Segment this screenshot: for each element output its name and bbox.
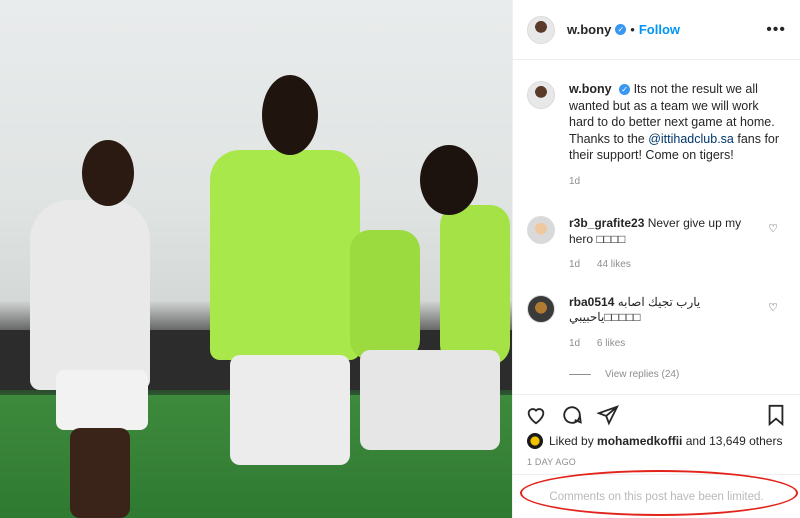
- player-shorts: [360, 350, 500, 450]
- player-green-bib: [350, 230, 420, 360]
- likes-prefix: Liked by: [549, 434, 594, 448]
- avatar[interactable]: [527, 216, 555, 244]
- comments-list[interactable]: w.bony ✓ Its not the result we all wante…: [513, 61, 800, 393]
- post-actions: Liked by mohamedkoffii and 13,649 others…: [513, 394, 800, 467]
- caption-time: 1d: [569, 175, 581, 187]
- caption-mention[interactable]: @ittihadclub.sa: [648, 132, 734, 146]
- comments-limited-notice: Comments on this post have been limited.: [513, 474, 800, 518]
- player-green-bib: [210, 150, 360, 360]
- comment-icon[interactable]: [561, 404, 583, 426]
- post-header: w.bony ✓ • Follow •••: [513, 0, 800, 60]
- post-date[interactable]: 1 DAY AGO: [513, 449, 800, 467]
- player-shorts: [56, 370, 148, 430]
- verified-icon: ✓: [619, 84, 631, 95]
- view-replies-label[interactable]: View replies (24): [605, 369, 679, 380]
- list-item: r3b_grafite23 Never give up my hero □□□□…: [513, 216, 800, 273]
- likes-user[interactable]: mohamedkoffii: [597, 434, 682, 448]
- player-shorts: [230, 355, 350, 465]
- avatar[interactable]: [527, 433, 543, 449]
- author-username[interactable]: w.bony: [567, 22, 611, 37]
- follow-button[interactable]: Follow: [639, 22, 680, 37]
- post-panel: w.bony ✓ • Follow ••• w.bony ✓ Its not t…: [512, 0, 800, 518]
- divider: [569, 374, 591, 375]
- heart-icon[interactable]: ♡: [768, 222, 778, 235]
- player-legs: [70, 428, 130, 518]
- comment-time: 1d: [569, 337, 581, 349]
- view-replies[interactable]: View replies (24): [513, 369, 800, 380]
- player-white-kit: [30, 200, 150, 390]
- player-head: [420, 145, 478, 215]
- comment-username[interactable]: rba0514: [569, 295, 614, 309]
- comment-username[interactable]: r3b_grafite23: [569, 216, 644, 230]
- comment-time: 1d: [569, 259, 581, 270]
- post-photo[interactable]: [0, 0, 512, 518]
- bookmark-icon[interactable]: [766, 404, 786, 426]
- player-head: [262, 75, 318, 155]
- list-item: rba0514 يارب تجيك اصابه ياحبيبي□□□□□ 1d …: [513, 294, 800, 352]
- more-icon[interactable]: •••: [766, 21, 786, 39]
- caption: w.bony ✓ Its not the result we all wante…: [513, 61, 800, 190]
- separator-dot: •: [630, 22, 635, 37]
- comment-likes[interactable]: 44 likes: [597, 259, 631, 270]
- avatar[interactable]: [527, 81, 555, 109]
- avatar[interactable]: [527, 294, 555, 323]
- player-green-bib: [440, 205, 510, 365]
- player-head: [82, 140, 134, 206]
- verified-icon: ✓: [615, 24, 627, 35]
- heart-icon[interactable]: ♡: [768, 301, 778, 314]
- caption-author[interactable]: w.bony: [569, 82, 612, 96]
- likes-suffix[interactable]: and 13,649 others: [686, 434, 783, 448]
- likes-summary: Liked by mohamedkoffii and 13,649 others: [513, 429, 800, 449]
- share-icon[interactable]: [597, 404, 619, 426]
- comment-likes[interactable]: 6 likes: [597, 338, 625, 349]
- heart-icon[interactable]: [525, 404, 547, 426]
- avatar[interactable]: [527, 15, 555, 44]
